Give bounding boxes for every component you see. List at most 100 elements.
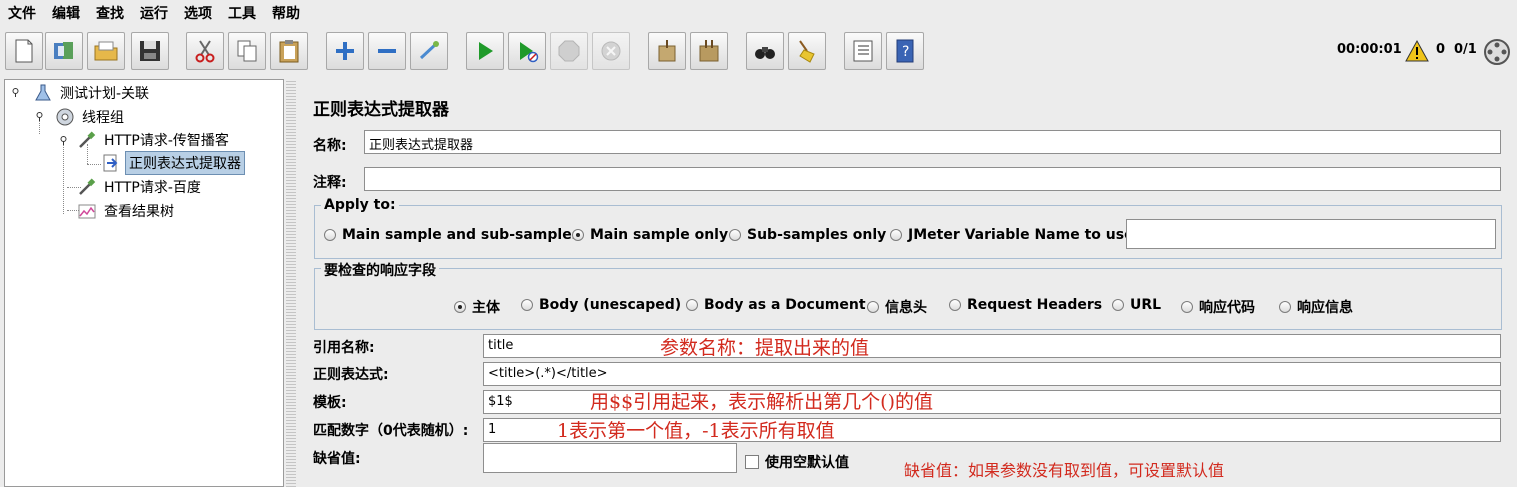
- apply-to-group: Apply to: Main sample and sub-samples Ma…: [314, 197, 1502, 259]
- function-helper-button[interactable]: [844, 32, 882, 70]
- plus-icon: [336, 42, 354, 60]
- clear-button[interactable]: [648, 32, 686, 70]
- field-response-message-radio[interactable]: 响应信息: [1279, 297, 1353, 317]
- field-body-unescaped-radio[interactable]: Body (unescaped): [521, 297, 681, 313]
- annotation-template: 用$$引用起来，表示解析出第几个()的值: [590, 391, 934, 413]
- tree-node-http-request-2[interactable]: HTTP请求-百度: [77, 176, 204, 198]
- menu-file[interactable]: 文件: [0, 3, 44, 23]
- gear-icon: [55, 107, 75, 127]
- field-request-headers-radio[interactable]: Request Headers: [949, 297, 1102, 313]
- apply-main-only-radio[interactable]: Main sample only: [572, 227, 728, 243]
- menu-options[interactable]: 选项: [176, 3, 220, 23]
- page-title: 正则表达式提取器: [313, 100, 449, 120]
- radio-dot: [521, 299, 533, 311]
- extractor-arrow-icon: [101, 153, 121, 173]
- response-field-group: 要检查的响应字段 主体 Body (unescaped) Body as a D…: [314, 260, 1502, 330]
- jmeter-variable-input[interactable]: [1126, 219, 1496, 249]
- field-headers-radio[interactable]: 信息头: [867, 297, 927, 317]
- reference-name-label: 引用名称:: [313, 340, 375, 356]
- tree-node-label: HTTP请求-传智播客: [104, 133, 229, 149]
- radio-dot: [867, 301, 879, 313]
- toolbar: ? 00:00:01 0 0/1: [0, 28, 1517, 76]
- comment-input[interactable]: [364, 167, 1501, 191]
- new-file-icon: [15, 39, 33, 63]
- menu-edit[interactable]: 编辑: [44, 3, 88, 23]
- menu-run[interactable]: 运行: [132, 3, 176, 23]
- broom-clear-all-icon: [699, 40, 719, 62]
- cut-button[interactable]: [186, 32, 224, 70]
- help-button[interactable]: ?: [886, 32, 924, 70]
- pipette-icon: [77, 130, 97, 150]
- name-input[interactable]: 正则表达式提取器: [364, 130, 1501, 154]
- clear-all-button[interactable]: [690, 32, 728, 70]
- checkbox-box: [745, 455, 759, 469]
- start-no-pause-button[interactable]: [508, 32, 546, 70]
- menu-tools[interactable]: 工具: [220, 3, 264, 23]
- use-empty-default-checkbox[interactable]: 使用空默认值: [745, 452, 849, 472]
- shutdown-icon: [601, 41, 621, 61]
- apply-jmeter-variable-radio[interactable]: JMeter Variable Name to use: [890, 227, 1134, 243]
- regex-label: 正则表达式:: [313, 367, 389, 383]
- list-icon: [853, 40, 873, 62]
- field-body-document-radio[interactable]: Body as a Document: [686, 297, 866, 313]
- radio-dot: [1279, 301, 1291, 313]
- shutdown-button[interactable]: [592, 32, 630, 70]
- field-response-code-radio[interactable]: 响应代码: [1181, 297, 1255, 317]
- scissors-icon: [195, 40, 215, 63]
- radio-dot: [729, 229, 741, 241]
- apply-sub-only-radio[interactable]: Sub-samples only: [729, 227, 886, 243]
- tree-node-regex-extractor[interactable]: 正则表达式提取器: [101, 151, 245, 175]
- radio-dot: [1112, 299, 1124, 311]
- radio-dot: [686, 299, 698, 311]
- reference-name-input[interactable]: title: [483, 334, 1501, 358]
- new-button[interactable]: [5, 32, 43, 70]
- apply-to-label: Apply to:: [321, 197, 399, 213]
- reset-search-button[interactable]: [788, 32, 826, 70]
- start-button[interactable]: [466, 32, 504, 70]
- response-field-label: 要检查的响应字段: [321, 260, 439, 280]
- paste-button[interactable]: [270, 32, 308, 70]
- menu-help[interactable]: 帮助: [264, 3, 308, 23]
- toggle-wand-icon: [419, 41, 439, 60]
- comment-label: 注释:: [313, 175, 347, 191]
- collapse-button[interactable]: [368, 32, 406, 70]
- pipette-icon: [77, 177, 97, 197]
- expand-button[interactable]: [326, 32, 364, 70]
- open-button[interactable]: [87, 32, 125, 70]
- tree-node-http-request-1[interactable]: HTTP请求-传智播客: [77, 129, 232, 151]
- field-body-radio[interactable]: 主体: [454, 297, 500, 317]
- broom-icon: [799, 40, 815, 63]
- svg-text:?: ?: [902, 44, 909, 60]
- radio-dot: [1181, 301, 1193, 313]
- stop-sign-icon: [558, 40, 580, 62]
- default-value-input[interactable]: [483, 443, 737, 473]
- split-pane-divider[interactable]: [286, 79, 296, 487]
- regex-extractor-panel: 正则表达式提取器 名称: 正则表达式提取器 注释: Apply to: Main…: [297, 79, 1517, 487]
- radio-dot-selected: [454, 301, 466, 313]
- binoculars-icon: [755, 47, 775, 59]
- remote-status-icon: [1483, 38, 1511, 70]
- toggle-button[interactable]: [410, 32, 448, 70]
- apply-main-and-sub-radio[interactable]: Main sample and sub-samples: [324, 227, 580, 243]
- warning-icon[interactable]: [1404, 39, 1430, 67]
- play-icon: [479, 42, 493, 60]
- expand-knob-icon[interactable]: [59, 136, 68, 145]
- field-url-radio[interactable]: URL: [1112, 297, 1161, 313]
- regex-input[interactable]: <title>(.*)</title>: [483, 362, 1501, 386]
- templates-button[interactable]: [45, 32, 83, 70]
- menu-bar: 文件 编辑 查找 运行 选项 工具 帮助: [0, 0, 1517, 26]
- tree-node-results-tree[interactable]: 查看结果树: [77, 200, 177, 222]
- tree-node-label: 正则表达式提取器: [125, 151, 245, 175]
- tree-node-thread-group[interactable]: 线程组: [55, 106, 127, 128]
- copy-icon: [237, 40, 257, 62]
- stop-button[interactable]: [550, 32, 588, 70]
- copy-button[interactable]: [228, 32, 266, 70]
- search-button[interactable]: [746, 32, 784, 70]
- test-plan-tree[interactable]: 测试计划-关联 线程组 HTTP请求-传智播客 正则表达式提取器 HTTP请求-…: [4, 79, 284, 487]
- expand-knob-icon[interactable]: [35, 112, 44, 121]
- menu-search[interactable]: 查找: [88, 3, 132, 23]
- save-button[interactable]: [131, 32, 169, 70]
- tree-node-test-plan[interactable]: 测试计划-关联: [33, 82, 152, 104]
- minus-icon: [378, 49, 396, 53]
- expand-knob-icon[interactable]: [11, 88, 20, 97]
